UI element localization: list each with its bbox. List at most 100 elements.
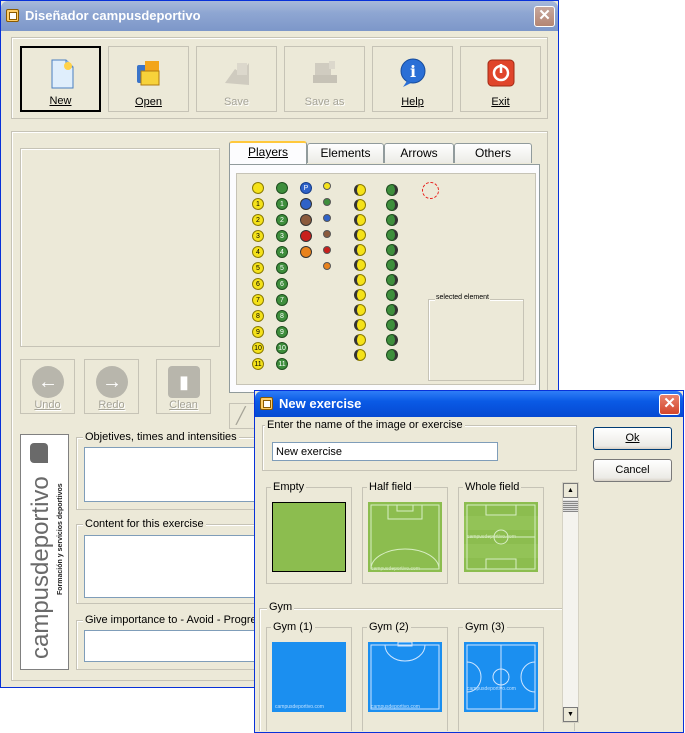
figure-green-6[interactable] xyxy=(386,259,398,271)
new-button[interactable]: New xyxy=(20,46,101,112)
player-green-6[interactable]: 6 xyxy=(276,278,288,290)
ok-button[interactable]: Ok xyxy=(593,427,672,450)
figure-green-10[interactable] xyxy=(386,319,398,331)
scroll-thumb[interactable] xyxy=(563,500,578,512)
figure-yellow-1[interactable] xyxy=(354,184,366,196)
exercise-name-input[interactable] xyxy=(272,442,498,461)
player-yellow-11[interactable]: 11 xyxy=(252,358,264,370)
small-player-5[interactable] xyxy=(323,246,331,254)
player-special-p[interactable]: P xyxy=(300,182,312,194)
tab-arrows[interactable]: Arrows xyxy=(384,143,454,163)
field-empty-option[interactable]: Empty xyxy=(266,481,352,584)
player-color-4[interactable] xyxy=(300,246,312,258)
dialog-app-icon xyxy=(260,397,273,410)
exit-button[interactable]: Exit xyxy=(460,46,541,112)
figure-green-7[interactable] xyxy=(386,274,398,286)
logo-name: campusdeportivo xyxy=(27,476,54,659)
player-green-10[interactable]: 10 xyxy=(276,342,288,354)
small-player-4[interactable] xyxy=(323,230,331,238)
tab-players[interactable]: Players xyxy=(229,141,307,165)
tab-elements[interactable]: Elements xyxy=(307,143,384,163)
figure-yellow-7[interactable] xyxy=(354,274,366,286)
svg-text:i: i xyxy=(410,62,416,81)
preview-canvas[interactable] xyxy=(20,148,220,347)
save-as-button[interactable]: Save as xyxy=(284,46,365,112)
undo-icon: ← xyxy=(32,366,64,398)
figure-yellow-5[interactable] xyxy=(354,244,366,256)
player-green-plain[interactable] xyxy=(276,182,288,194)
field-half-option[interactable]: Half field campusdeportivo.com xyxy=(362,481,448,584)
player-green-1[interactable]: 1 xyxy=(276,198,288,210)
figure-green-12[interactable] xyxy=(386,349,398,361)
player-green-7[interactable]: 7 xyxy=(276,294,288,306)
main-close-button[interactable]: ✕ xyxy=(534,6,555,27)
scroll-up-button[interactable]: ▲ xyxy=(563,483,578,498)
scroll-down-button[interactable]: ▼ xyxy=(563,707,578,722)
figure-yellow-10[interactable] xyxy=(354,319,366,331)
tab-others[interactable]: Others xyxy=(454,143,532,163)
gym-1-option[interactable]: Gym (1) campusdeportivo.com xyxy=(266,621,352,731)
figure-yellow-3[interactable] xyxy=(354,214,366,226)
help-button[interactable]: i Help xyxy=(372,46,453,112)
figure-green-2[interactable] xyxy=(386,199,398,211)
clean-button[interactable]: ▮ Clean xyxy=(156,359,211,414)
player-green-8[interactable]: 8 xyxy=(276,310,288,322)
content-textarea[interactable] xyxy=(84,535,264,598)
player-green-2[interactable]: 2 xyxy=(276,214,288,226)
player-color-3[interactable] xyxy=(300,230,312,242)
player-yellow-plain[interactable] xyxy=(252,182,264,194)
figure-green-5[interactable] xyxy=(386,244,398,256)
figure-yellow-9[interactable] xyxy=(354,304,366,316)
player-yellow-8[interactable]: 8 xyxy=(252,310,264,322)
templates-scrollbar[interactable]: ▲ ▼ xyxy=(562,482,579,723)
draw-line-button[interactable]: ╱ xyxy=(229,403,255,429)
figure-yellow-8[interactable] xyxy=(354,289,366,301)
undo-button[interactable]: ← Undo xyxy=(20,359,75,414)
player-green-4[interactable]: 4 xyxy=(276,246,288,258)
player-yellow-9[interactable]: 9 xyxy=(252,326,264,338)
gym-3-option[interactable]: Gym (3) campusdeportivo.com xyxy=(458,621,544,731)
figure-yellow-2[interactable] xyxy=(354,199,366,211)
dialog-titlebar[interactable]: New exercise xyxy=(255,391,683,417)
field-whole-option[interactable]: Whole field campusdeportivo.com xyxy=(458,481,544,584)
figure-green-1[interactable] xyxy=(386,184,398,196)
player-color-2[interactable] xyxy=(300,214,312,226)
gym-3-preview xyxy=(464,642,538,712)
player-yellow-10[interactable]: 10 xyxy=(252,342,264,354)
save-button[interactable]: Save xyxy=(196,46,277,112)
importance-textarea[interactable] xyxy=(84,630,264,662)
player-color-1[interactable] xyxy=(300,198,312,210)
figure-green-11[interactable] xyxy=(386,334,398,346)
open-button[interactable]: Open xyxy=(108,46,189,112)
player-green-11[interactable]: 11 xyxy=(276,358,288,370)
small-player-1[interactable] xyxy=(323,182,331,190)
small-player-3[interactable] xyxy=(323,214,331,222)
player-yellow-2[interactable]: 2 xyxy=(252,214,264,226)
player-green-5[interactable]: 5 xyxy=(276,262,288,274)
objectives-textarea[interactable] xyxy=(84,447,264,502)
figure-yellow-12[interactable] xyxy=(354,349,366,361)
figure-green-8[interactable] xyxy=(386,289,398,301)
dialog-close-button[interactable]: ✕ xyxy=(659,394,680,415)
redo-button[interactable]: → Redo xyxy=(84,359,139,414)
figure-green-9[interactable] xyxy=(386,304,398,316)
redo-icon: → xyxy=(96,366,128,398)
player-yellow-1[interactable]: 1 xyxy=(252,198,264,210)
gym-2-option[interactable]: Gym (2) campusdeportivo.com xyxy=(362,621,448,731)
player-yellow-6[interactable]: 6 xyxy=(252,278,264,290)
figure-yellow-11[interactable] xyxy=(354,334,366,346)
figure-yellow-4[interactable] xyxy=(354,229,366,241)
player-yellow-4[interactable]: 4 xyxy=(252,246,264,258)
player-green-9[interactable]: 9 xyxy=(276,326,288,338)
main-titlebar[interactable]: Diseñador campusdeportivo xyxy=(1,1,558,31)
cancel-button[interactable]: Cancel xyxy=(593,459,672,482)
player-yellow-3[interactable]: 3 xyxy=(252,230,264,242)
player-yellow-5[interactable]: 5 xyxy=(252,262,264,274)
figure-green-4[interactable] xyxy=(386,229,398,241)
small-player-2[interactable] xyxy=(323,198,331,206)
figure-yellow-6[interactable] xyxy=(354,259,366,271)
player-yellow-7[interactable]: 7 xyxy=(252,294,264,306)
player-green-3[interactable]: 3 xyxy=(276,230,288,242)
small-player-6[interactable] xyxy=(323,262,331,270)
figure-green-3[interactable] xyxy=(386,214,398,226)
